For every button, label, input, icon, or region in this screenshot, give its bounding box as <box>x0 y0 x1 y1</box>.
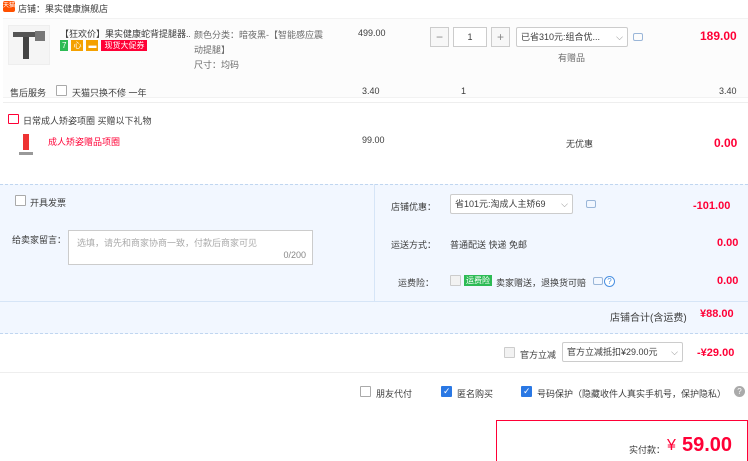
store-coupon-value: 省101元:淘成人主矫69 <box>455 199 546 209</box>
privacy-label: 号码保护（隐藏收件人真实手机号，保护隐私） <box>537 389 727 399</box>
service-checkbox[interactable] <box>56 85 67 96</box>
seller-message-textarea[interactable]: 选填，请先和商家协商一致，付款后商家可见 0/200 <box>68 230 313 265</box>
comment-icon[interactable] <box>586 200 596 208</box>
gift-header: 日常成人矫姿项圈 买赠以下礼物 <box>23 116 152 126</box>
chevron-down-icon: ⌵ <box>671 347 678 357</box>
chevron-down-icon: ⌵ <box>561 199 568 209</box>
invoice-checkbox[interactable] <box>15 195 26 206</box>
gift-subtotal: 0.00 <box>714 136 738 150</box>
gift-icon <box>8 114 19 124</box>
chevron-down-icon: ⌵ <box>616 32 623 42</box>
final-label: 实付款： <box>629 445 666 455</box>
message-char-count: 0/200 <box>283 250 306 260</box>
store-coupon-select[interactable]: 省101元:淘成人主矫69 ⌵ <box>450 194 573 214</box>
message-label: 给卖家留言： <box>12 235 67 245</box>
official-discount-value: 官方立减抵扣¥29.00元 <box>567 347 658 357</box>
shipping-label: 运送方式： <box>391 240 437 250</box>
discount-select[interactable]: 已省310元:组合优... ⌵ <box>516 27 628 47</box>
official-discount-checkbox[interactable] <box>504 347 515 358</box>
store-coupon-amount: -101.00 <box>693 200 731 212</box>
divider <box>3 102 748 103</box>
store-name-link[interactable]: 店铺：果实健康旗舰店 <box>18 2 108 15</box>
comment-icon[interactable] <box>633 33 643 41</box>
shipping-amount: 0.00 <box>717 237 739 249</box>
comment-icon[interactable] <box>593 277 603 285</box>
store-header: 天猫 店铺：果实健康旗舰店 <box>0 0 748 17</box>
shipping-value: 普通配送 快递 免邮 <box>450 240 528 250</box>
discount-select-value: 已省310元:组合优... <box>521 32 601 42</box>
gift-name-link[interactable]: 成人矫姿赠品项圈 <box>48 135 120 148</box>
help-icon[interactable]: ? <box>734 386 745 397</box>
tmall-logo-icon: 天猫 <box>3 1 15 12</box>
official-discount-label: 官方立减 <box>520 350 557 360</box>
final-amount: 59.00 <box>682 434 733 456</box>
final-currency: ¥ <box>667 437 676 454</box>
anonymous-label: 匿名购买 <box>457 389 494 399</box>
service-label: 售后服务 <box>10 88 47 98</box>
insurance-text: 卖家赠送，退换货可赔 <box>496 278 587 288</box>
gift-price: 99.00 <box>362 135 385 145</box>
official-discount-amount: -¥29.00 <box>697 347 735 359</box>
insurance-checkbox[interactable] <box>450 275 461 286</box>
has-gift-label: 有赠品 <box>558 53 586 63</box>
panel-hline <box>0 301 748 302</box>
service-option: 天猫只换不修 一年 <box>72 88 147 98</box>
product-image-icon <box>13 31 45 59</box>
service-qty: 1 <box>461 86 467 96</box>
product-title-link[interactable]: 【狂欢价】果实健康蛇背提腿器... <box>60 27 190 40</box>
divider <box>0 372 748 373</box>
heart-icon: 心 <box>71 40 84 51</box>
sku-color-cont: 动提腿】 <box>194 45 231 55</box>
store-total-amount: ¥88.00 <box>700 308 734 320</box>
message-placeholder: 选填，请先和商家协商一致，付款后商家可见 <box>77 238 258 248</box>
store-total-label: 店铺合计(含运费) <box>610 313 687 324</box>
insurance-amount: 0.00 <box>717 275 739 287</box>
privacy-checkbox[interactable] <box>521 386 532 397</box>
product-tags: 7 心 ▬ 现货大促券 <box>60 40 148 51</box>
insurance-tag: 运费险 <box>464 275 492 286</box>
service-price: 3.40 <box>362 86 380 96</box>
help-icon[interactable]: ? <box>604 276 615 287</box>
invoice-label: 开具发票 <box>30 198 67 208</box>
unit-price: 499.00 <box>358 28 386 38</box>
qty-minus-button[interactable]: − <box>430 27 449 47</box>
gift-thumbnail[interactable] <box>14 132 38 160</box>
qty-plus-button[interactable]: + <box>491 27 510 47</box>
friend-pay-checkbox[interactable] <box>360 386 371 397</box>
official-discount-select[interactable]: 官方立减抵扣¥29.00元 ⌵ <box>562 342 683 362</box>
card-icon: ▬ <box>86 40 99 51</box>
seven-day-return-icon: 7 <box>60 40 69 51</box>
promo-badge: 现货大促券 <box>101 40 148 51</box>
gift-discount: 无优惠 <box>566 139 594 149</box>
store-coupon-label: 店铺优惠： <box>391 202 437 212</box>
insurance-label: 运费险： <box>398 278 435 288</box>
friend-pay-label: 朋友代付 <box>376 389 413 399</box>
sku-color: 颜色分类：暗夜黑-【智能感应震 <box>194 30 323 40</box>
item-subtotal: 189.00 <box>700 29 737 43</box>
gift-image-icon <box>19 134 33 155</box>
final-payment-box: 实付款： ¥ 59.00 <box>496 420 748 461</box>
anonymous-checkbox[interactable] <box>441 386 452 397</box>
panel-divider <box>374 184 375 301</box>
qty-input[interactable]: 1 <box>453 27 487 47</box>
product-thumbnail[interactable] <box>8 25 50 65</box>
service-subtotal: 3.40 <box>719 86 737 96</box>
sku-size: 尺寸：均码 <box>194 60 240 70</box>
